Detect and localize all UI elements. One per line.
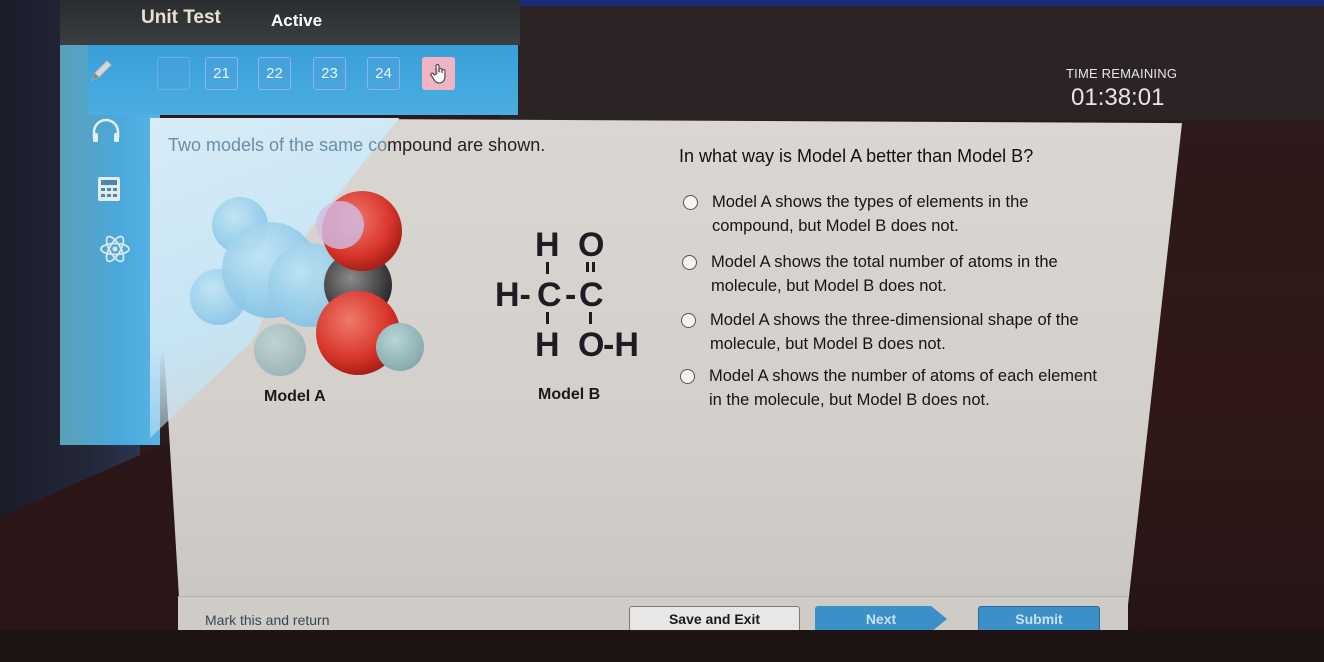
radio-button[interactable] [683, 195, 698, 210]
question-stem-part: Two models of the same co [168, 135, 388, 155]
question-stem-part: mpound are shown. [387, 135, 546, 155]
formula-atom: H [535, 326, 560, 364]
answer-choice-text: Model A shows the total number of atoms … [711, 253, 1058, 295]
question-nav-21[interactable]: 21 [205, 57, 238, 90]
question-prompt: In what way is Model A better than Model… [679, 146, 1034, 166]
question-nav-22[interactable]: 22 [258, 57, 291, 90]
answer-choice-1[interactable]: Model A shows the types of elements in t… [683, 190, 1112, 238]
formula-atom: C [537, 276, 562, 314]
answer-choice-3[interactable]: Model A shows the three-dimensional shap… [681, 308, 1130, 356]
button-label: Submit [1015, 611, 1063, 627]
answer-choice-text: Model A shows the number of atoms of eac… [709, 367, 1097, 409]
headphones-icon [92, 118, 120, 142]
next-button[interactable]: Next [815, 606, 947, 632]
atom-hydrogen [254, 324, 306, 376]
question-nav-label: 23 [321, 65, 338, 82]
pointer-hand-icon [429, 63, 446, 84]
submit-button[interactable]: Submit [978, 606, 1100, 632]
single-bond [546, 262, 549, 274]
question-nav-label: 22 [266, 65, 283, 82]
timer-label: TIME REMAINING [1066, 66, 1178, 81]
question-nav-label: 24 [375, 65, 392, 82]
timer-value: 01:38:01 [1071, 84, 1165, 111]
header-dark-area [500, 0, 1324, 120]
mark-and-return-link[interactable]: Mark this and return [205, 612, 330, 628]
headphones-tool[interactable] [90, 118, 122, 144]
radio-button[interactable] [681, 313, 696, 328]
button-label: Next [865, 611, 897, 627]
atom-hydrogen [376, 323, 424, 371]
calculator-tool[interactable] [95, 175, 123, 203]
save-and-exit-button[interactable]: Save and Exit [629, 606, 800, 632]
answer-choice-2[interactable]: Model A shows the total number of atoms … [682, 250, 1111, 298]
single-bond [546, 312, 549, 324]
double-bond [592, 262, 595, 272]
atom-oxygen-highlight [316, 201, 364, 249]
double-bond [586, 262, 589, 272]
pencil-icon [91, 60, 112, 81]
question-nav-23[interactable]: 23 [313, 57, 346, 90]
radio-button[interactable] [680, 369, 695, 384]
radio-button[interactable] [682, 255, 697, 270]
model-a-label: Model A [264, 388, 326, 405]
background-bottom [0, 630, 1324, 662]
button-label: Save and Exit [668, 611, 761, 627]
app-title: Unit Test [141, 7, 221, 28]
formula-atom: -H [603, 326, 639, 364]
question-nav-prev[interactable] [157, 57, 190, 90]
header-accent-strip [500, 0, 1324, 6]
formula-atom: O [578, 326, 605, 364]
single-bond [589, 312, 592, 324]
atom-icon [100, 235, 130, 263]
model-b-label: Model B [538, 386, 601, 403]
answer-choice-text: Model A shows the types of elements in t… [712, 193, 1029, 235]
model-a-image [190, 191, 424, 376]
test-status: Active [271, 11, 323, 30]
answer-choice-4[interactable]: Model A shows the number of atoms of eac… [680, 364, 1099, 412]
current-question-button[interactable] [422, 57, 455, 90]
question-nav-label: 21 [213, 65, 230, 82]
question-nav-24[interactable]: 24 [367, 57, 400, 90]
question-stem: Two models of the same compound are show… [168, 135, 545, 156]
formula-atom: H- [495, 276, 531, 314]
formula-bond: - [565, 276, 577, 314]
answer-choice-text: Model A shows the three-dimensional shap… [710, 311, 1079, 353]
periodic-table-tool[interactable] [98, 232, 132, 266]
calculator-icon [98, 177, 120, 201]
pencil-tool[interactable] [86, 56, 116, 86]
